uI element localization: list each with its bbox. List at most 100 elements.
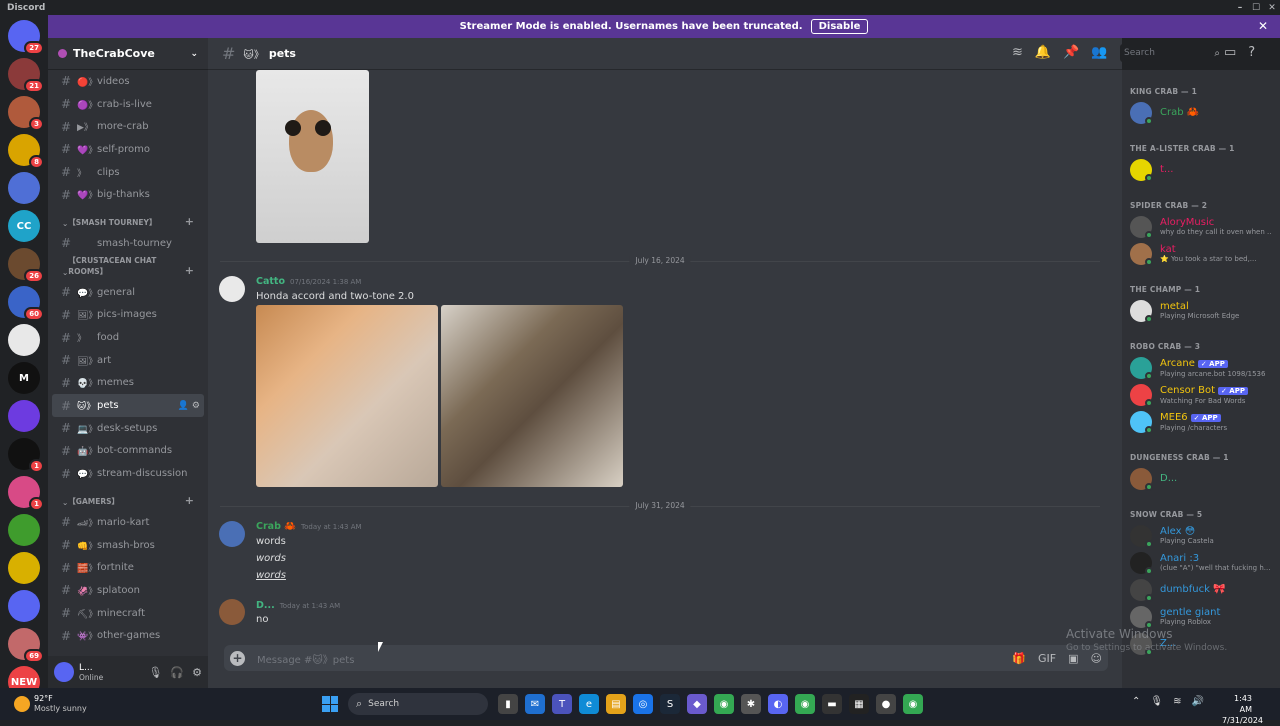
member-item[interactable]: gentle giant Playing Roblox xyxy=(1122,603,1280,630)
add-channel-icon[interactable]: + xyxy=(185,264,194,277)
message-author[interactable]: Catto 07/16/2024 1:38 AM xyxy=(256,276,361,287)
task-view-icon[interactable]: ▮ xyxy=(498,694,518,714)
server-icon[interactable]: NEW xyxy=(8,666,40,688)
channel-more-crab[interactable]: # ▶》 more-crab xyxy=(52,115,204,138)
channel-smash-bros[interactable]: # 👊》 smash-bros xyxy=(52,534,204,557)
server-icon[interactable] xyxy=(8,172,40,204)
channel-minecraft[interactable]: # ⛏》 minecraft xyxy=(52,602,204,625)
emoji-icon[interactable]: ☺ xyxy=(1091,652,1102,665)
server-icon[interactable]: 8 xyxy=(8,134,44,169)
author-name[interactable]: D... xyxy=(256,600,275,611)
file-explorer-icon[interactable]: ▤ xyxy=(606,694,626,714)
channel-self-promo[interactable]: # 💜》 self-promo xyxy=(52,138,204,161)
server-icon[interactable]: 1 xyxy=(8,438,44,473)
channel-fortnite[interactable]: # 🧱》 fortnite xyxy=(52,556,204,579)
app-icon[interactable]: ● xyxy=(876,694,896,714)
edge-icon[interactable]: e xyxy=(579,694,599,714)
channel-clips[interactable]: # 》 clips xyxy=(52,161,204,184)
add-attachment-icon[interactable]: + xyxy=(230,650,245,666)
gif-icon[interactable]: GIF xyxy=(1038,652,1056,665)
app-icon[interactable]: ✱ xyxy=(741,694,761,714)
member-item[interactable]: metal Playing Microsoft Edge xyxy=(1122,297,1280,324)
server-icon[interactable]: 60 xyxy=(8,286,44,321)
channel-videos[interactable]: # 🔴》 videos xyxy=(52,70,204,93)
threads-icon[interactable]: ≋ xyxy=(1012,45,1023,60)
inbox-icon[interactable]: ▭ xyxy=(1224,45,1236,60)
add-channel-icon[interactable]: + xyxy=(185,215,194,228)
member-item[interactable]: AloryMusic why do they call it oven when … xyxy=(1122,213,1280,240)
gear-icon[interactable]: ⚙ xyxy=(192,666,202,679)
member-item[interactable]: Crab 🦀 xyxy=(1122,99,1280,126)
mail-icon[interactable]: ✉ xyxy=(525,694,545,714)
channel-general[interactable]: # 💬》 general xyxy=(52,281,204,304)
members-icon[interactable]: 👥 xyxy=(1091,45,1107,60)
channel-other-games[interactable]: # 👾》 other-games xyxy=(52,624,204,647)
channel-pics-images[interactable]: # 🖼》 pics-images xyxy=(52,304,204,327)
member-item[interactable]: D... xyxy=(1122,465,1280,492)
member-item[interactable]: Arcane ✓ APP Playing arcane.bot 1098/1536 xyxy=(1122,354,1280,381)
message-composer[interactable]: + Message #🐱》pets 🎁 GIF ▣ ☺ xyxy=(224,645,1108,671)
channel-memes[interactable]: # 💀》 memes xyxy=(52,372,204,395)
close-window-icon[interactable]: ✕ xyxy=(1264,0,1280,15)
channel-mario-kart[interactable]: # 🏎》 mario-kart xyxy=(52,511,204,534)
server-icon[interactable] xyxy=(8,400,40,432)
gear-icon[interactable]: ⚙ xyxy=(192,401,200,411)
member-item[interactable]: MEE6 ✓ APP Playing /characters xyxy=(1122,408,1280,435)
member-item[interactable]: kat ⭐ You took a star to bed,... xyxy=(1122,240,1280,267)
add-member-icon[interactable]: 👤 xyxy=(178,401,189,411)
steam-icon[interactable]: S xyxy=(660,694,680,714)
chevron-down-icon[interactable]: ⌄ xyxy=(190,49,198,59)
member-item[interactable]: dumbfuck 🎀 xyxy=(1122,576,1280,603)
maximize-icon[interactable]: ☐ xyxy=(1248,0,1264,15)
channel-category[interactable]: ⌄ 【GAMERS】 + xyxy=(52,485,204,511)
member-item[interactable]: Alex 😳 Playing Castela xyxy=(1122,522,1280,549)
member-item[interactable]: Anari :3 (clue "A") "well that fucking h.… xyxy=(1122,549,1280,576)
channel-crab-is-live[interactable]: # 🟣》 crab-is-live xyxy=(52,93,204,116)
avatar[interactable] xyxy=(54,662,74,682)
avatar[interactable] xyxy=(219,521,245,547)
taskbar-clock[interactable]: 1:43 AM 7/31/2024 xyxy=(1222,693,1263,726)
minimize-icon[interactable]: – xyxy=(1232,0,1248,15)
search-input[interactable]: Search ⌕ xyxy=(1120,44,1224,62)
member-item[interactable]: Censor Bot ✓ APP Watching For Bad Words xyxy=(1122,381,1280,408)
gift-icon[interactable]: 🎁 xyxy=(1012,652,1026,665)
attachment-image[interactable] xyxy=(256,305,438,487)
server-icon[interactable]: CC xyxy=(8,210,40,242)
server-icon[interactable]: 21 xyxy=(8,58,44,93)
channel-stream-discussion[interactable]: # 💬》 stream-discussion xyxy=(52,462,204,485)
member-item[interactable]: t... xyxy=(1122,156,1280,183)
server-icon[interactable]: 3 xyxy=(8,96,44,131)
channel-smash-tourney[interactable]: # smash-tourney xyxy=(52,232,204,255)
server-icon[interactable] xyxy=(8,552,40,584)
terminal-icon[interactable]: ▦ xyxy=(849,694,869,714)
microphone-icon[interactable]: 🎙 xyxy=(148,666,162,679)
channel-category[interactable]: ⌄ 【CRUSTACEAN CHAT ROOMS】 + xyxy=(52,255,204,281)
bell-icon[interactable]: 🔔 xyxy=(1035,45,1051,60)
windows-start-icon[interactable] xyxy=(322,696,338,712)
server-icon[interactable] xyxy=(8,514,40,546)
chrome-icon[interactable]: ◉ xyxy=(714,694,734,714)
channel-food[interactable]: # 》 food xyxy=(52,326,204,349)
channel-splatoon[interactable]: # 🦑》 splatoon xyxy=(52,579,204,602)
message-input[interactable]: Message #🐱》pets xyxy=(257,651,354,666)
close-banner-icon[interactable]: ✕ xyxy=(1258,19,1268,33)
add-channel-icon[interactable]: + xyxy=(185,494,194,507)
app-icon[interactable]: ▬ xyxy=(822,694,842,714)
server-icon[interactable]: 69 xyxy=(8,628,44,663)
channel-category[interactable]: ⌄ 【SMASH TOURNEY】 + xyxy=(52,206,204,232)
message-author[interactable]: Crab 🦀 Today at 1:43 AM xyxy=(256,521,362,532)
weather-widget[interactable]: 92°F Mostly sunny xyxy=(14,694,87,713)
chrome-icon[interactable]: ◉ xyxy=(903,694,923,714)
chevron-up-icon[interactable]: ⌃ xyxy=(1132,696,1140,707)
headphones-icon[interactable]: 🎧 xyxy=(170,666,184,679)
channel-desk-setups[interactable]: # 💻》 desk-setups xyxy=(52,417,204,440)
sticker-icon[interactable]: ▣ xyxy=(1068,652,1078,665)
attachment-image[interactable] xyxy=(441,305,623,487)
disable-streamer-mode-button[interactable]: Disable xyxy=(810,19,869,34)
server-icon[interactable]: 27 xyxy=(8,20,44,55)
author-name[interactable]: Crab xyxy=(256,521,281,532)
attachment-image[interactable] xyxy=(256,70,369,243)
server-icon[interactable]: 26 xyxy=(8,248,44,283)
wifi-icon[interactable]: ≋ xyxy=(1173,696,1181,707)
channel-bot-commands[interactable]: # 🤖》 bot-commands xyxy=(52,440,204,463)
